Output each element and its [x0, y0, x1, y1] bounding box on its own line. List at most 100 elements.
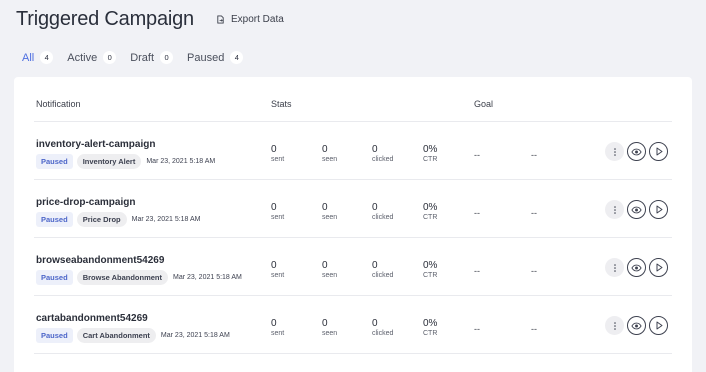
- seen-stat: 0 seen: [322, 144, 337, 163]
- campaign-name[interactable]: inventory-alert-campaign: [36, 139, 155, 150]
- status-badge: Paused: [36, 270, 73, 285]
- clicked-stat: 0 clicked: [372, 202, 393, 221]
- more-options-button[interactable]: [605, 258, 624, 277]
- sent-stat: 0 sent: [271, 202, 284, 221]
- seen-stat: 0 seen: [322, 202, 337, 221]
- eye-icon: [631, 148, 642, 155]
- goal-secondary-value: --: [531, 208, 537, 218]
- view-button[interactable]: [627, 142, 646, 161]
- goal-column-header: Goal: [474, 99, 494, 109]
- created-date: Mar 23, 2021 5:18 AM: [131, 216, 201, 223]
- stats-column-header: Stats: [271, 99, 292, 109]
- campaign-name[interactable]: price-drop-campaign: [36, 197, 135, 208]
- campaign-name[interactable]: cartabandonment54269: [36, 313, 148, 324]
- seen-value: 0: [322, 202, 328, 213]
- goal-value: --: [474, 266, 480, 276]
- resume-button[interactable]: [649, 316, 668, 335]
- ctr-label: CTR: [423, 156, 438, 163]
- tab-paused[interactable]: Paused 4: [187, 51, 244, 64]
- ctr-value: 0%: [423, 260, 438, 271]
- page-title: Triggered Campaign: [16, 8, 194, 30]
- seen-label: seen: [322, 156, 338, 163]
- seen-stat: 0 seen: [322, 318, 337, 337]
- tab-count: 0: [103, 51, 117, 64]
- type-badge: Inventory Alert: [76, 154, 142, 169]
- more-options-button[interactable]: [605, 142, 624, 161]
- goal-value: --: [474, 150, 480, 160]
- goal-secondary-value: --: [531, 266, 537, 276]
- table-row[interactable]: cartabandonment54269 Paused Cart Abandon…: [34, 295, 672, 353]
- table-row[interactable]: browseabandonment54269 Paused Browse Aba…: [34, 237, 672, 295]
- type-badge: Browse Abandonment: [76, 270, 168, 285]
- ctr-stat: 0% CTR: [423, 202, 437, 221]
- clicked-label: clicked: [372, 156, 394, 163]
- ctr-label: CTR: [423, 330, 438, 337]
- row-actions: [605, 316, 668, 335]
- sent-label: sent: [271, 330, 285, 337]
- more-options-button[interactable]: [605, 200, 624, 219]
- more-vertical-icon: [613, 321, 616, 330]
- campaign-table-card: Notification Stats Goal inventory-alert-…: [14, 77, 692, 372]
- resume-button[interactable]: [649, 142, 668, 161]
- view-button[interactable]: [627, 258, 646, 277]
- tab-count: 4: [230, 51, 244, 64]
- view-button[interactable]: [627, 200, 646, 219]
- resume-button[interactable]: [649, 200, 668, 219]
- sent-label: sent: [271, 272, 285, 279]
- play-icon: [656, 321, 662, 330]
- tab-label: All: [22, 51, 35, 64]
- eye-icon: [631, 322, 642, 329]
- seen-label: seen: [322, 214, 338, 221]
- sent-value: 0: [271, 260, 277, 271]
- play-icon: [656, 205, 662, 214]
- status-badge: Paused: [36, 212, 73, 227]
- sent-stat: 0 sent: [271, 144, 284, 163]
- sent-value: 0: [271, 202, 277, 213]
- clicked-label: clicked: [372, 214, 394, 221]
- goal-value: --: [474, 208, 480, 218]
- sent-label: sent: [271, 156, 285, 163]
- export-data-label: Export Data: [230, 14, 284, 25]
- seen-stat: 0 seen: [322, 260, 337, 279]
- clicked-label: clicked: [372, 272, 394, 279]
- tab-active[interactable]: Active 0: [67, 51, 117, 64]
- row-actions: [605, 142, 668, 161]
- play-icon: [656, 147, 662, 156]
- tab-label: Paused: [187, 51, 225, 64]
- tab-all[interactable]: All 4: [22, 51, 54, 64]
- view-button[interactable]: [627, 316, 646, 335]
- clicked-value: 0: [372, 144, 378, 155]
- sent-label: sent: [271, 214, 285, 221]
- seen-label: seen: [322, 330, 338, 337]
- clicked-stat: 0 clicked: [372, 318, 393, 337]
- more-vertical-icon: [613, 205, 616, 214]
- table-row[interactable]: price-drop-campaign Paused Price Drop Ma…: [34, 179, 672, 237]
- more-vertical-icon: [613, 263, 616, 272]
- campaign-name[interactable]: browseabandonment54269: [36, 255, 164, 266]
- tab-label: Active: [67, 51, 98, 64]
- clicked-label: clicked: [372, 330, 394, 337]
- export-icon: [217, 15, 224, 24]
- ctr-label: CTR: [423, 272, 438, 279]
- sent-stat: 0 sent: [271, 260, 284, 279]
- tab-draft[interactable]: Draft 0: [130, 51, 174, 64]
- resume-button[interactable]: [649, 258, 668, 277]
- created-date: Mar 23, 2021 5:18 AM: [146, 158, 216, 165]
- type-badge: Cart Abandonment: [76, 328, 156, 343]
- seen-value: 0: [322, 318, 328, 329]
- tab-label: Draft: [130, 51, 155, 64]
- clicked-stat: 0 clicked: [372, 260, 393, 279]
- sent-stat: 0 sent: [271, 318, 284, 337]
- goal-value: --: [474, 324, 480, 334]
- more-options-button[interactable]: [605, 316, 624, 335]
- eye-icon: [631, 264, 642, 271]
- export-data-button[interactable]: Export Data: [216, 14, 284, 25]
- ctr-stat: 0% CTR: [423, 260, 437, 279]
- row-actions: [605, 258, 668, 277]
- ctr-stat: 0% CTR: [423, 318, 437, 337]
- seen-value: 0: [322, 144, 328, 155]
- table-row[interactable]: inventory-alert-campaign Paused Inventor…: [34, 121, 672, 179]
- play-icon: [656, 263, 662, 272]
- clicked-value: 0: [372, 260, 378, 271]
- sent-value: 0: [271, 318, 277, 329]
